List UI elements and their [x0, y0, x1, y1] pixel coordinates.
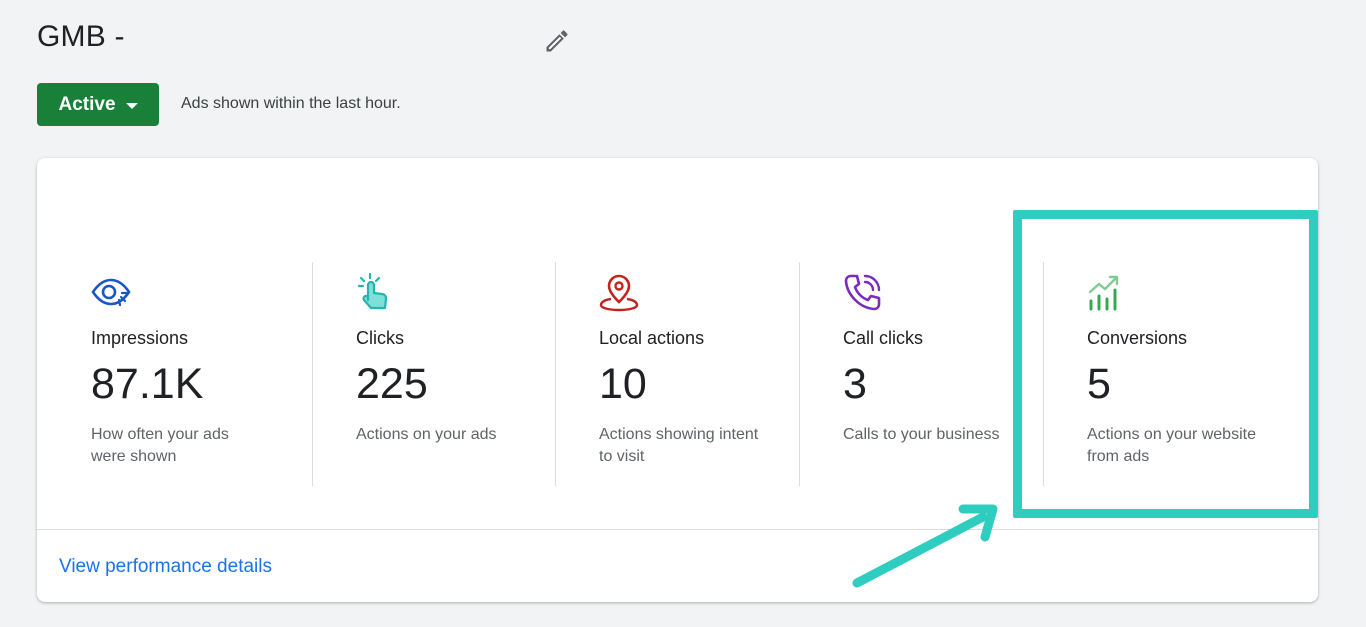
metric-description: Calls to your business [843, 426, 1000, 443]
metric-description: Actions showing intent to visit [599, 426, 759, 465]
status-dropdown-button[interactable]: Active [37, 83, 159, 126]
metric-value: 5 [1087, 360, 1111, 408]
trending-chart-icon [1088, 275, 1119, 311]
metric-divider [799, 262, 800, 486]
metric-label: Clicks [356, 328, 404, 348]
metric-divider [312, 262, 313, 486]
metric-description: Actions on your website from ads [1087, 426, 1256, 465]
metric-label: Call clicks [843, 328, 924, 348]
pencil-icon [546, 30, 568, 52]
metric-divider [555, 262, 556, 486]
page-title: GMB - [37, 20, 125, 53]
status-message: Ads shown within the last hour. [181, 95, 401, 112]
status-label: Active [58, 93, 116, 115]
metric-description: Actions on your ads [356, 426, 497, 443]
metric-value: 10 [599, 360, 647, 408]
metric-value: 225 [356, 360, 428, 408]
metric-label: Conversions [1087, 328, 1188, 348]
metric-label: Impressions [91, 328, 189, 348]
metric-divider [1043, 262, 1044, 486]
caret-down-icon [125, 102, 138, 109]
metric-value: 87.1K [91, 360, 204, 408]
edit-title-button[interactable] [540, 24, 574, 58]
metric-value: 3 [843, 360, 867, 408]
location-pin-icon [599, 274, 639, 312]
card-divider [37, 529, 1318, 530]
view-performance-details-link[interactable]: View performance details [59, 556, 272, 578]
phone-call-icon [844, 274, 881, 311]
tap-icon [357, 272, 388, 310]
performance-card: Impressions 87.1K How often your ads wer… [37, 158, 1318, 602]
metric-description: How often your ads were shown [91, 426, 229, 465]
metric-label: Local actions [599, 328, 705, 348]
eye-icon [91, 278, 131, 307]
